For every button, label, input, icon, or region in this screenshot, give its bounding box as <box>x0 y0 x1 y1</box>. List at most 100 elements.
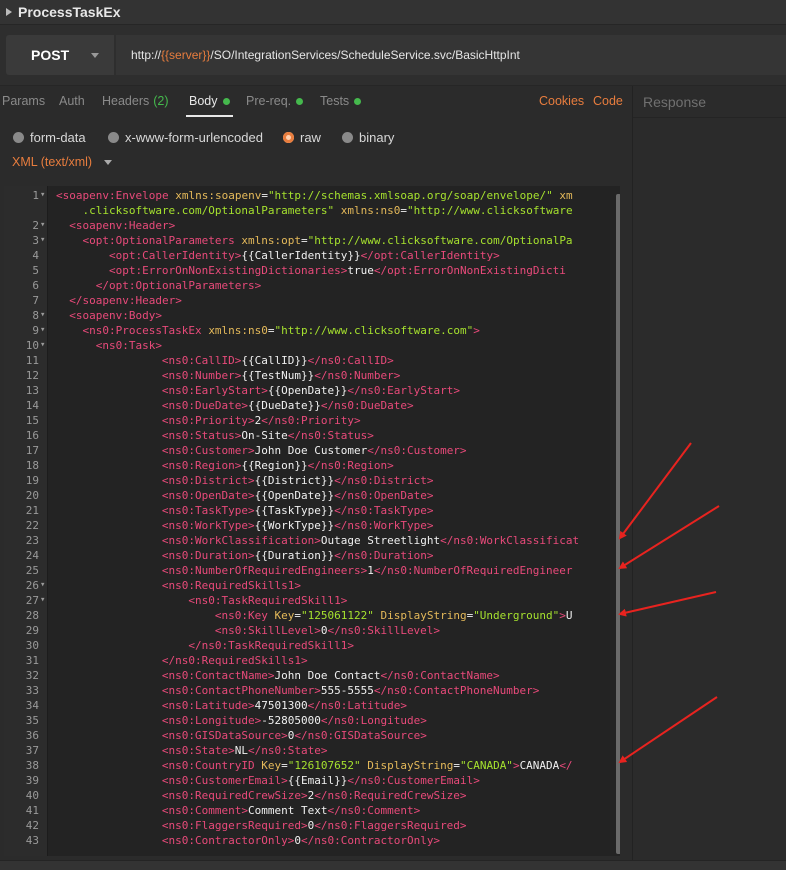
code-line[interactable]: 40 <ns0:RequiredCrewSize>2</ns0:RequiredC… <box>4 788 620 803</box>
fold-toggle-icon[interactable]: ▾ <box>40 338 48 353</box>
code-line[interactable]: 32 <ns0:ContactName>John Doe Contact</ns0… <box>4 668 620 683</box>
code-token: </ns0:Region> <box>307 459 394 472</box>
radio-form-data[interactable]: form-data <box>13 130 86 145</box>
radio-label: form-data <box>30 130 86 145</box>
tab-pre-request[interactable]: Pre-req. <box>246 94 304 108</box>
tab-body[interactable]: Body <box>189 94 230 108</box>
url-input[interactable]: http://{{server}}/SO/IntegrationServices… <box>116 35 786 75</box>
language-dropdown[interactable]: XML (text/xml) <box>12 155 113 169</box>
code-line[interactable]: 27 ▾ <ns0:TaskRequiredSkill1> <box>4 593 620 608</box>
fold-toggle-icon[interactable]: ▾ <box>40 218 48 233</box>
code-line[interactable]: 42 <ns0:FlaggersRequired>0</ns0:FlaggersR… <box>4 818 620 833</box>
collapse-caret-icon[interactable] <box>6 8 12 16</box>
line-number: 5 <box>32 264 39 277</box>
code-line[interactable]: 22 <ns0:WorkType>{{WorkType}}</ns0:WorkTy… <box>4 518 620 533</box>
code-token: <ns0:WorkType> <box>161 519 255 532</box>
code-line[interactable]: 16 <ns0:Status>On-Site</ns0:Status> <box>4 428 620 443</box>
radio-x-www-form-urlencoded[interactable]: x-www-form-urlencoded <box>108 130 263 145</box>
code-line[interactable]: 20 <ns0:OpenDate>{{OpenDate}}</ns0:OpenDa… <box>4 488 620 503</box>
code-token: {{TaskType}} <box>254 504 335 517</box>
fold-toggle-icon[interactable]: ▾ <box>40 323 48 338</box>
code-line[interactable]: 10 ▾ <ns0:Task> <box>4 338 620 353</box>
editor-scrollbar[interactable] <box>616 194 620 854</box>
fold-toggle-icon[interactable]: ▾ <box>40 308 48 323</box>
tab-tests[interactable]: Tests <box>320 94 362 108</box>
code-line[interactable]: 17 <ns0:Customer>John Doe Customer</ns0:C… <box>4 443 620 458</box>
code-line[interactable]: 33 <ns0:ContactPhoneNumber>555-5555</ns0:… <box>4 683 620 698</box>
code-line[interactable]: 28 <ns0:Key Key="125061122" DisplayString… <box>4 608 620 623</box>
code-line[interactable]: 24 <ns0:Duration>{{Duration}}</ns0:Durati… <box>4 548 620 563</box>
code-token: </ns0:ContactPhoneNumber> <box>373 684 540 697</box>
pane-divider[interactable] <box>632 86 633 860</box>
code-line[interactable]: 5 <opt:ErrorOnNonExistingDictionaries>tru… <box>4 263 620 278</box>
request-title[interactable]: ProcessTaskEx <box>18 4 120 20</box>
code-line[interactable]: 14 <ns0:DueDate>{{DueDate}}</ns0:DueDate> <box>4 398 620 413</box>
code-line[interactable]: 34 <ns0:Latitude>47501300</ns0:Latitude> <box>4 698 620 713</box>
code-token: > <box>512 759 520 772</box>
method-dropdown[interactable]: POST <box>6 35 114 75</box>
code-line[interactable]: 25 <ns0:NumberOfRequiredEngineers>1</ns0:… <box>4 563 620 578</box>
code-line[interactable]: 12 <ns0:Number>{{TestNum}}</ns0:Number> <box>4 368 620 383</box>
code-line[interactable]: 23 <ns0:WorkClassification>Outage Streetl… <box>4 533 620 548</box>
code-line[interactable]: 39 <ns0:CustomerEmail>{{Email}}</ns0:Cust… <box>4 773 620 788</box>
code-token: <soapenv:Header> <box>69 219 176 232</box>
tab-headers[interactable]: Headers (2) <box>102 94 169 108</box>
line-number: 10 <box>25 339 39 352</box>
radio-icon <box>342 132 353 143</box>
code-line[interactable]: 35 <ns0:Longitude>-52805000</ns0:Longitud… <box>4 713 620 728</box>
tab-auth[interactable]: Auth <box>59 94 85 108</box>
code-line[interactable]: .clicksoftware.com/OptionalParameters" x… <box>4 203 620 218</box>
fold-toggle-icon[interactable]: ▾ <box>40 593 48 608</box>
code-line[interactable]: 8 ▾ <soapenv:Body> <box>4 308 620 323</box>
code-line[interactable]: 15 <ns0:Priority>2</ns0:Priority> <box>4 413 620 428</box>
code-line[interactable]: 7 </soapenv:Header> <box>4 293 620 308</box>
cookies-link[interactable]: Cookies <box>539 94 584 108</box>
code-text: <ns0:WorkClassification>Outage Streetlig… <box>162 533 579 548</box>
code-text: <ns0:Customer>John Doe Customer</ns0:Cus… <box>162 443 467 458</box>
code-line[interactable]: 18 <ns0:Region>{{Region}}</ns0:Region> <box>4 458 620 473</box>
code-line[interactable]: 21 <ns0:TaskType>{{TaskType}}</ns0:TaskTy… <box>4 503 620 518</box>
line-number: 14 <box>25 399 39 412</box>
code-line[interactable]: 36 <ns0:GISDataSource>0</ns0:GISDataSourc… <box>4 728 620 743</box>
code-token: <ns0:RequiredSkills1> <box>161 579 301 592</box>
code-line[interactable]: 1 ▾ <soapenv:Envelope xmlns:soapenv="http:… <box>4 188 620 203</box>
code-line[interactable]: 43 <ns0:ContractorOnly>0</ns0:ContractorO… <box>4 833 620 848</box>
fold-toggle-icon[interactable]: ▾ <box>40 578 48 593</box>
code-line[interactable]: 31 </ns0:RequiredSkills1> <box>4 653 620 668</box>
request-tabs: Params Auth Headers (2) Body Pre-req. Tes… <box>0 86 632 118</box>
url-prefix: http:// <box>131 48 162 62</box>
code-line[interactable]: 3 ▾ <opt:OptionalParameters xmlns:opt="htt… <box>4 233 620 248</box>
line-number: 13 <box>25 384 39 397</box>
code-line[interactable]: 4 <opt:CallerIdentity>{{CallerIdentity}}<… <box>4 248 620 263</box>
code-line[interactable]: 9 ▾ <ns0:ProcessTaskEx xmlns:ns0="http://w… <box>4 323 620 338</box>
code-editor[interactable]: 1 ▾ <soapenv:Envelope xmlns:soapenv="http:… <box>4 186 620 856</box>
annotation-arrow <box>618 505 720 570</box>
code-line[interactable]: 6 </opt:OptionalParameters> <box>4 278 620 293</box>
code-text: <ns0:OpenDate>{{OpenDate}}</ns0:OpenDate… <box>162 488 434 503</box>
code-token: <ns0:RequiredCrewSize> <box>161 789 308 802</box>
code-text: <ns0:Priority>2</ns0:Priority> <box>162 413 361 428</box>
code-line[interactable]: 30 </ns0:TaskRequiredSkill1> <box>4 638 620 653</box>
code-line[interactable]: 2 ▾ <soapenv:Header> <box>4 218 620 233</box>
code-token: {{DueDate}} <box>248 399 321 412</box>
code-line[interactable]: 37 <ns0:State>NL</ns0:State> <box>4 743 620 758</box>
code-line[interactable]: 11 <ns0:CallID>{{CallID}}</ns0:CallID> <box>4 353 620 368</box>
radio-binary[interactable]: binary <box>342 130 394 145</box>
code-line[interactable]: 26 ▾ <ns0:RequiredSkills1> <box>4 578 620 593</box>
tab-params[interactable]: Params <box>2 94 45 108</box>
fold-toggle-icon[interactable]: ▾ <box>40 188 48 203</box>
code-token: </ns0:SkillLevel> <box>327 624 441 637</box>
code-line[interactable]: 19 <ns0:District>{{District}}</ns0:Distri… <box>4 473 620 488</box>
tab-label: Tests <box>320 94 350 108</box>
code-token: </ns0:ContactName> <box>380 669 500 682</box>
code-link[interactable]: Code <box>593 94 623 108</box>
code-token: </ns0:WorkType> <box>334 519 434 532</box>
code-line[interactable]: 41 <ns0:Comment>Comment Text</ns0:Comment… <box>4 803 620 818</box>
code-line[interactable]: 13 <ns0:EarlyStart>{{OpenDate}}</ns0:Earl… <box>4 383 620 398</box>
line-number: 42 <box>25 819 39 832</box>
code-token: </ns0:NumberOfRequiredEngineer <box>373 564 573 577</box>
fold-toggle-icon[interactable]: ▾ <box>40 233 48 248</box>
code-line[interactable]: 38 <ns0:CountryID Key="126107652" Display… <box>4 758 620 773</box>
radio-raw[interactable]: raw <box>283 130 321 145</box>
code-line[interactable]: 29 <ns0:SkillLevel>0</ns0:SkillLevel> <box>4 623 620 638</box>
